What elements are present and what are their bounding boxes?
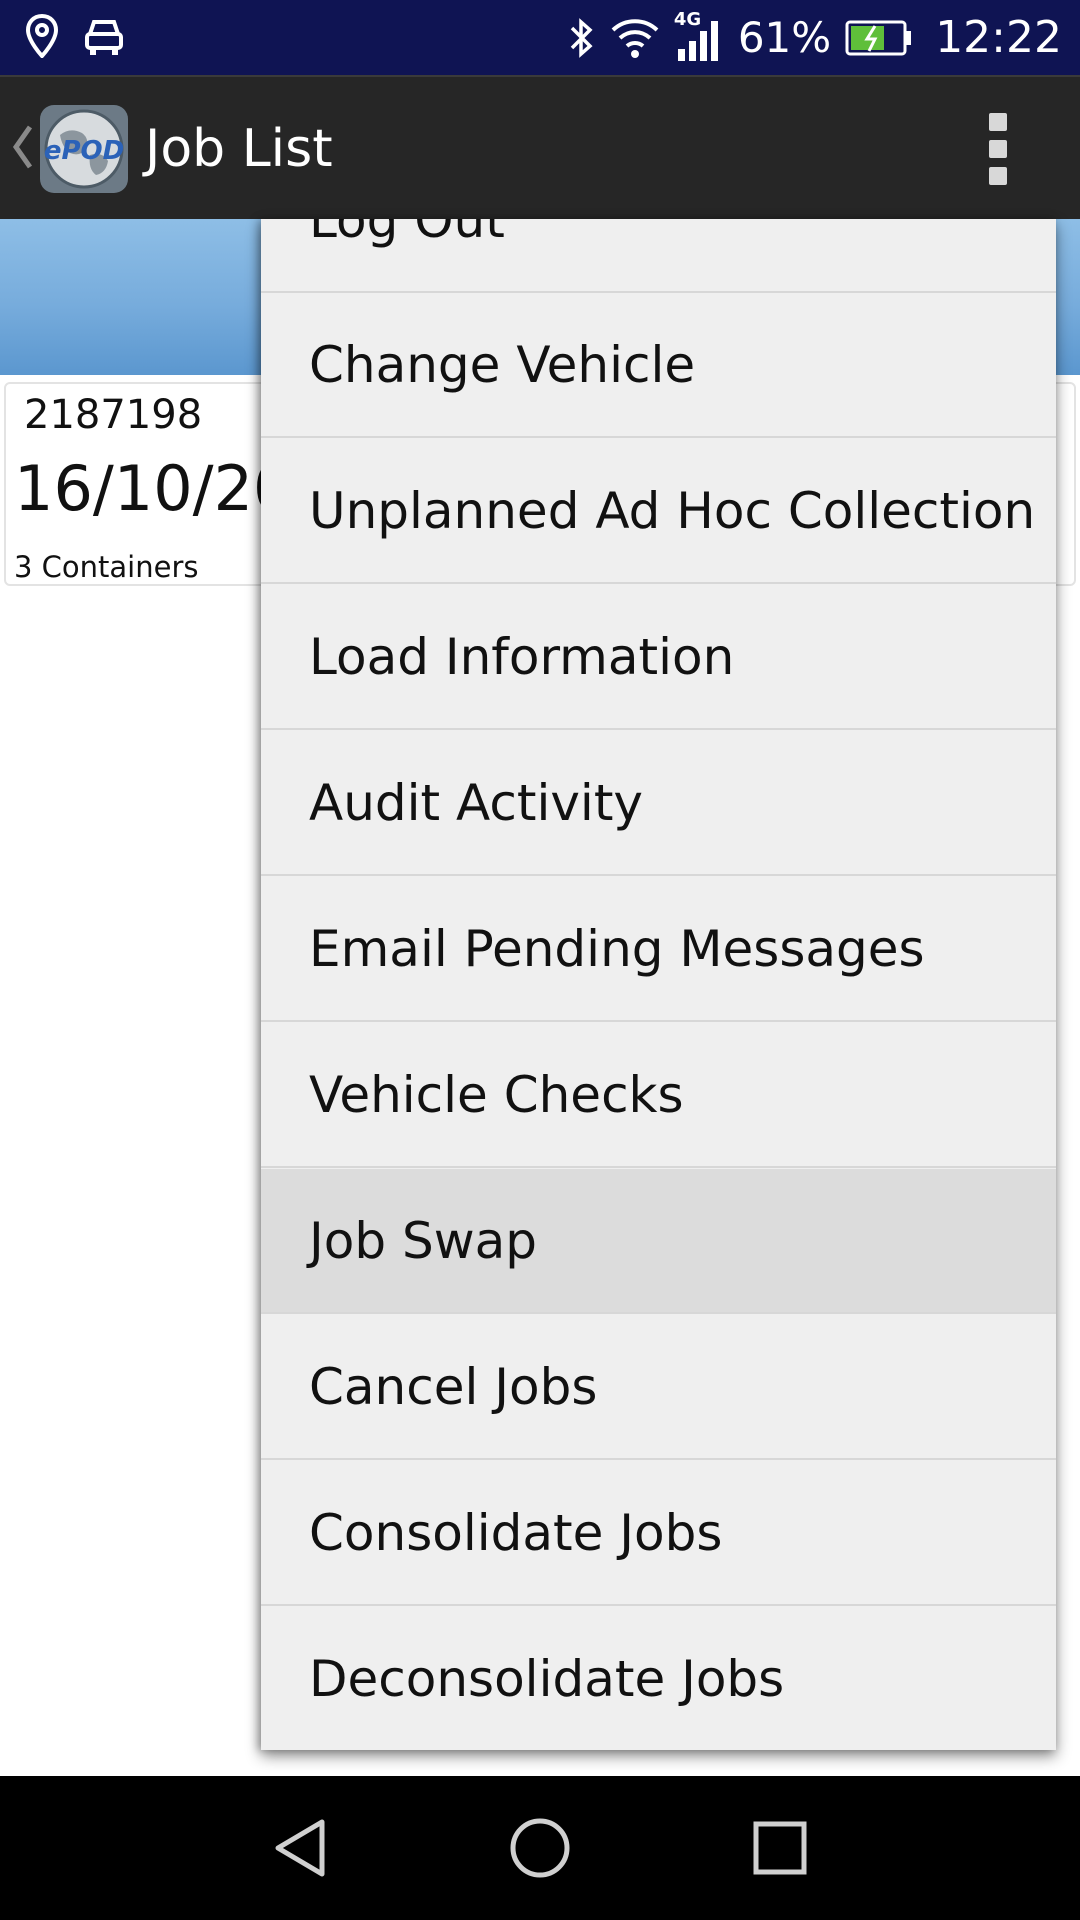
menu-item-unplanned-ad-hoc-collection[interactable]: Unplanned Ad Hoc Collection xyxy=(261,439,1056,584)
menu-item-label: Job Swap xyxy=(309,1212,537,1270)
up-navigation-icon[interactable] xyxy=(10,121,36,173)
menu-item-label: Log Out xyxy=(309,219,505,249)
menu-item-cancel-jobs[interactable]: Cancel Jobs xyxy=(261,1315,1056,1460)
menu-item-audit-activity[interactable]: Audit Activity xyxy=(261,731,1056,876)
menu-item-label: Cancel Jobs xyxy=(309,1358,598,1416)
action-bar: ePOD Job List xyxy=(0,75,1080,219)
logo-text: ePOD xyxy=(44,136,124,166)
menu-item-job-swap[interactable]: Job Swap xyxy=(261,1169,1056,1314)
car-mode-icon xyxy=(85,20,123,55)
menu-item-label: Email Pending Messages xyxy=(309,920,925,978)
menu-item-label: Audit Activity xyxy=(309,774,644,832)
menu-item-vehicle-checks[interactable]: Vehicle Checks xyxy=(261,1023,1056,1168)
menu-item-label: Change Vehicle xyxy=(309,336,696,394)
overflow-dot xyxy=(989,113,1007,131)
app-logo[interactable]: ePOD xyxy=(40,105,128,193)
page-title: Job List xyxy=(145,119,333,179)
location-icon xyxy=(26,14,58,58)
battery-charging-icon xyxy=(845,20,912,56)
menu-item-label: Vehicle Checks xyxy=(309,1066,684,1124)
overflow-menu: Log Out Change Vehicle Unplanned Ad Hoc … xyxy=(261,219,1056,1750)
menu-item-label: Load Information xyxy=(309,628,735,686)
recents-icon[interactable] xyxy=(752,1820,808,1876)
overflow-menu-button[interactable] xyxy=(978,113,1018,185)
menu-item-load-information[interactable]: Load Information xyxy=(261,585,1056,730)
globe-logo-icon: ePOD xyxy=(40,105,128,193)
overflow-dot xyxy=(989,140,1007,158)
menu-item-consolidate-jobs[interactable]: Consolidate Jobs xyxy=(261,1461,1056,1606)
menu-item-label: Unplanned Ad Hoc Collection xyxy=(309,482,1036,540)
signal-icon xyxy=(677,21,718,61)
job-containers: 3 Containers xyxy=(14,550,199,584)
menu-item-label: Consolidate Jobs xyxy=(309,1504,723,1562)
menu-item-log-out[interactable]: Log Out xyxy=(261,219,1056,293)
menu-item-change-vehicle[interactable]: Change Vehicle xyxy=(261,293,1056,438)
job-id: 2187198 xyxy=(24,392,203,438)
overflow-dot xyxy=(989,167,1007,185)
status-bar: 4G 61% 12:22 xyxy=(0,0,1080,75)
bluetooth-icon xyxy=(570,18,593,58)
menu-item-email-pending-messages[interactable]: Email Pending Messages xyxy=(261,877,1056,1022)
menu-item-deconsolidate-jobs[interactable]: Deconsolidate Jobs xyxy=(261,1607,1056,1750)
menu-item-label: Deconsolidate Jobs xyxy=(309,1650,785,1708)
job-date: 16/10/20 xyxy=(14,452,293,525)
back-icon[interactable] xyxy=(270,1816,330,1880)
battery-percent: 61% xyxy=(737,13,832,62)
clock: 12:22 xyxy=(935,12,1062,63)
cellular-signal: 4G xyxy=(674,9,724,63)
wifi-icon xyxy=(611,19,659,58)
home-icon[interactable] xyxy=(508,1816,572,1880)
system-navigation-bar xyxy=(0,1776,1080,1920)
